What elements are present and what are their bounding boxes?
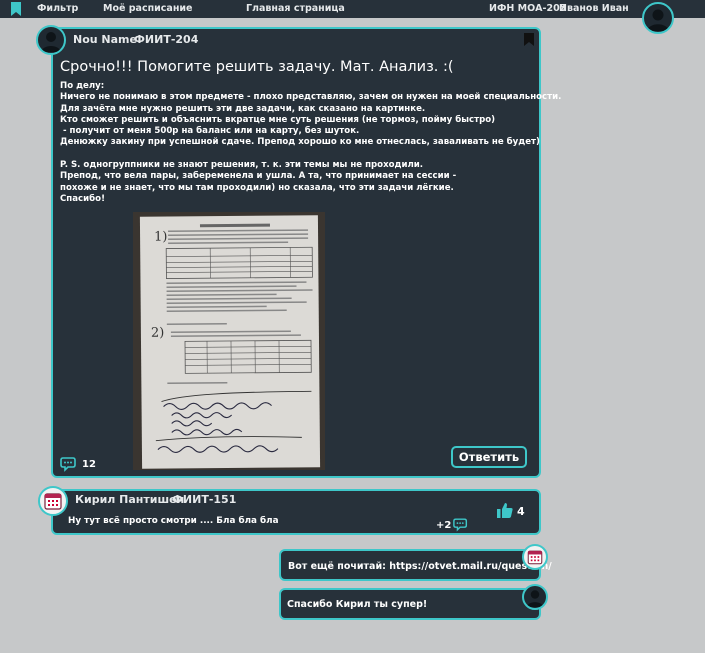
top-bar: Фильтр Моё расписание Главная страница И…	[0, 0, 705, 18]
comments-icon[interactable]	[60, 456, 78, 472]
post-body-line: Для зачёта мне нужно решить эти две зада…	[60, 103, 426, 114]
user-name[interactable]: Иванов Иван	[559, 3, 629, 14]
reply-author-avatar[interactable]	[522, 544, 548, 570]
post-body-line: Денюжку закину при успешной сдаче. Препо…	[60, 137, 540, 148]
comment-author-name[interactable]: Кирил Пантишен	[75, 493, 184, 506]
person-icon	[647, 9, 669, 31]
post-title: Срочно!!! Помогите решить задачу. Мат. А…	[60, 59, 454, 75]
reply-text: Спасибо Кирил ты супер!	[287, 599, 428, 610]
svg-text:2): 2)	[151, 326, 164, 341]
person-icon	[526, 590, 544, 608]
nav-filter[interactable]: Фильтр	[37, 3, 78, 14]
reply-text: Вот ещё почитай: https://otvet.mail.ru/q…	[288, 561, 552, 572]
comment-text: Ну тут всё просто смотри .... Бла бла бл…	[68, 516, 279, 526]
comment-card: Кирил Пантишен ФИИТ-151 Ну тут всё прост…	[51, 489, 541, 535]
like-icon[interactable]	[497, 503, 513, 518]
person-icon	[41, 32, 61, 52]
nav-my-schedule[interactable]: Моё расписание	[103, 3, 193, 14]
post-body-line: Ничего не понимаю в этом предмете - плох…	[60, 92, 562, 103]
task-sheet-photo: 1) 2)	[139, 215, 321, 469]
svg-text:1): 1)	[154, 230, 167, 245]
comment-author-avatar[interactable]	[38, 486, 68, 516]
replies-icon[interactable]	[453, 517, 469, 532]
post-body-line: - получит от меня 500р на баланс или на …	[60, 126, 360, 137]
post-body-line	[60, 149, 561, 160]
user-avatar[interactable]	[642, 2, 674, 34]
post-body: По делу: Ничего не понимаю в этом предме…	[60, 81, 561, 205]
task-sheet-drawing: 1) 2)	[151, 223, 313, 454]
user-group: ИФН МОА-205	[489, 3, 567, 14]
post-author-group: ФИИТ-204	[134, 33, 199, 46]
post-body-line: По делу:	[60, 81, 105, 91]
bookmark-icon[interactable]	[524, 33, 534, 46]
comments-count: 12	[82, 459, 96, 470]
calendar-icon	[44, 493, 62, 510]
calendar-icon	[527, 550, 543, 565]
post-body-line: P. S. одногруппники не знают решения, т.…	[60, 160, 424, 171]
post-body-line: Кто сможет решить и объяснить вкратце мн…	[60, 114, 496, 125]
post-card: Nou Name ФИИТ-204 Срочно!!! Помогите реш…	[51, 27, 561, 478]
reply-author-avatar[interactable]	[522, 584, 548, 610]
post-attachment-image[interactable]: 1) 2)	[133, 212, 325, 470]
post-body-line: похоже и не знает, что мы там проходили)…	[60, 182, 454, 193]
likes-count: 4	[517, 505, 525, 518]
post-body-line: Препод, что вела пары, забеременела и уш…	[60, 171, 457, 182]
nav-home[interactable]: Главная страница	[246, 3, 345, 14]
post-author-avatar[interactable]	[36, 25, 66, 55]
post-body-line: Спасибо!	[60, 193, 105, 204]
bookmark-icon[interactable]	[10, 2, 22, 16]
reply-card: Спасибо Кирил ты супер!	[279, 588, 541, 620]
comment-replies-count: +2	[436, 520, 452, 531]
comment-author-group: ФИИТ-151	[172, 493, 237, 506]
reply-card: Вот ещё почитай: https://otvet.mail.ru/q…	[279, 549, 552, 581]
reply-button[interactable]: Ответить	[451, 446, 527, 468]
post-author-name[interactable]: Nou Name	[73, 33, 137, 46]
